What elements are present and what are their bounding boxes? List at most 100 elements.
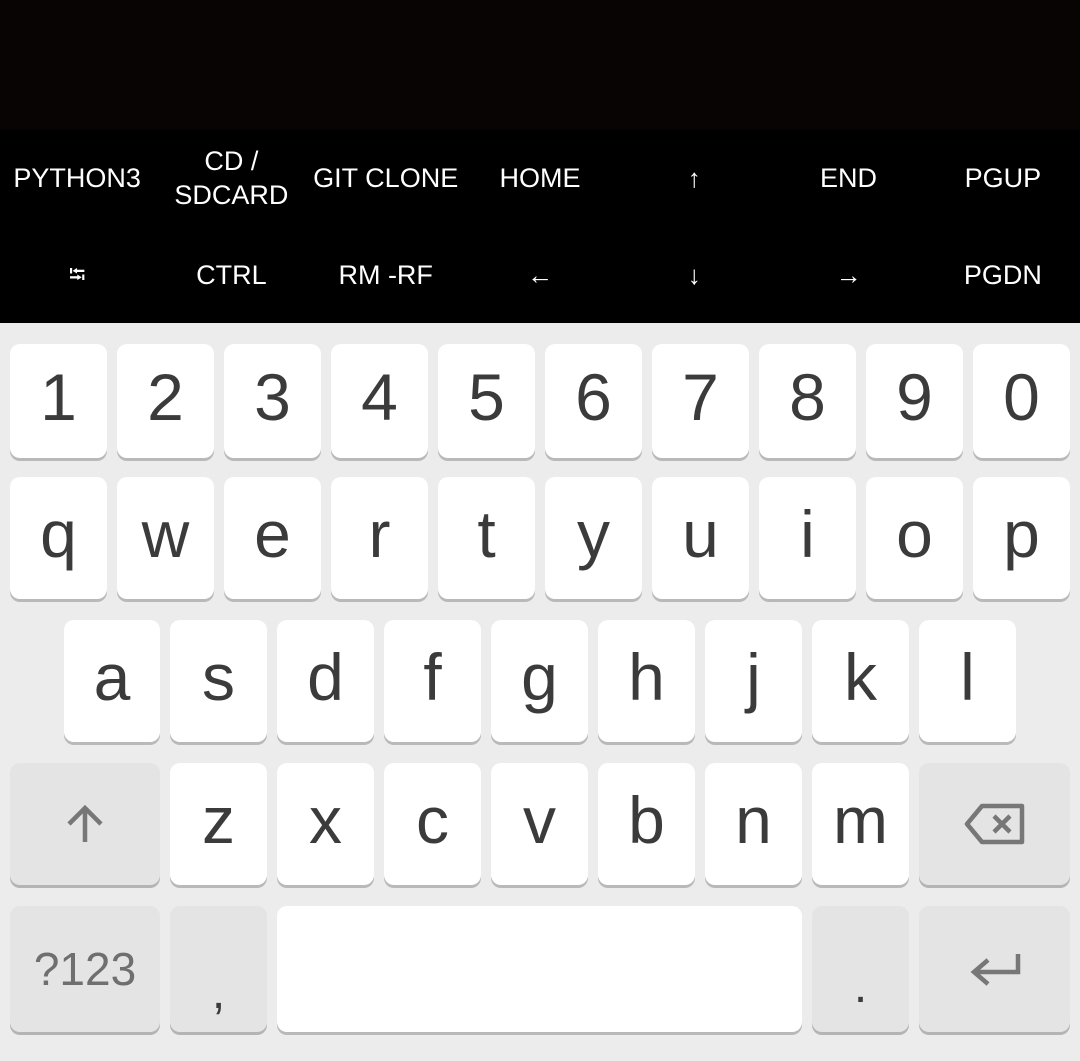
key-label: s xyxy=(202,640,235,714)
backspace-key[interactable] xyxy=(919,763,1070,885)
key-label: p xyxy=(1003,497,1040,571)
extra-key-right-arrow[interactable]: → xyxy=(771,226,925,323)
extra-key-python3[interactable]: PYTHON3 xyxy=(0,130,154,226)
key-label: 3 xyxy=(254,360,291,434)
soft-keyboard: 1 2 3 4 5 6 7 8 9 0 q w e r t y u i o p … xyxy=(0,323,1080,1061)
terminal-output-area[interactable] xyxy=(0,0,1080,130)
key-label: ?123 xyxy=(33,943,137,995)
key-label: 5 xyxy=(468,360,505,434)
key-2[interactable]: 2 xyxy=(117,344,214,458)
period-key[interactable]: . xyxy=(812,906,909,1032)
key-label: 1 xyxy=(40,360,77,434)
key-p[interactable]: p xyxy=(973,477,1070,599)
key-7[interactable]: 7 xyxy=(652,344,749,458)
key-f[interactable]: f xyxy=(384,620,481,742)
key-4[interactable]: 4 xyxy=(331,344,428,458)
key-label: 7 xyxy=(682,360,719,434)
key-label: d xyxy=(307,640,344,714)
key-label: g xyxy=(521,640,558,714)
key-o[interactable]: o xyxy=(866,477,963,599)
extra-key-tab-icon[interactable]: ⭾ xyxy=(0,226,154,323)
extra-key-pgdn[interactable]: PGDN xyxy=(926,226,1080,323)
key-s[interactable]: s xyxy=(170,620,267,742)
enter-key[interactable] xyxy=(919,906,1070,1032)
key-a[interactable]: a xyxy=(64,620,160,742)
key-y[interactable]: y xyxy=(545,477,642,599)
shift-arrow-up-icon xyxy=(63,802,107,846)
key-m[interactable]: m xyxy=(812,763,909,885)
key-label: y xyxy=(577,497,610,571)
comma-key[interactable]: , xyxy=(170,906,267,1032)
extra-key-rm-rf[interactable]: RM -RF xyxy=(309,226,463,323)
backspace-icon xyxy=(964,803,1026,845)
key-9[interactable]: 9 xyxy=(866,344,963,458)
key-i[interactable]: i xyxy=(759,477,856,599)
key-label: z xyxy=(202,783,235,857)
key-z[interactable]: z xyxy=(170,763,267,885)
extra-key-left-arrow[interactable]: ← xyxy=(463,226,617,323)
key-0[interactable]: 0 xyxy=(973,344,1070,458)
key-label: m xyxy=(833,783,888,857)
extra-key-up-arrow[interactable]: ↑ xyxy=(617,130,771,226)
key-u[interactable]: u xyxy=(652,477,749,599)
key-label: t xyxy=(477,497,496,571)
key-label: x xyxy=(309,783,342,857)
key-label: u xyxy=(682,497,719,571)
extra-key-ctrl[interactable]: CTRL xyxy=(154,226,308,323)
key-r[interactable]: r xyxy=(331,477,428,599)
extra-key-home[interactable]: HOME xyxy=(463,130,617,226)
space-bar[interactable] xyxy=(277,906,802,1032)
key-label: a xyxy=(93,640,131,714)
key-d[interactable]: d xyxy=(277,620,374,742)
key-label: j xyxy=(746,640,761,714)
key-label: b xyxy=(628,783,665,857)
key-g[interactable]: g xyxy=(491,620,588,742)
key-e[interactable]: e xyxy=(224,477,321,599)
key-6[interactable]: 6 xyxy=(545,344,642,458)
key-t[interactable]: t xyxy=(438,477,535,599)
key-label: h xyxy=(628,640,665,714)
key-n[interactable]: n xyxy=(705,763,802,885)
key-c[interactable]: c xyxy=(384,763,481,885)
key-label: l xyxy=(960,640,975,714)
key-1[interactable]: 1 xyxy=(10,344,107,458)
key-label: 8 xyxy=(789,360,826,434)
key-5[interactable]: 5 xyxy=(438,344,535,458)
symbols-key[interactable]: ?123 xyxy=(10,906,160,1032)
extra-key-git-clone[interactable]: GIT CLONE xyxy=(309,130,463,226)
key-label: 0 xyxy=(1003,360,1040,434)
key-label: 4 xyxy=(361,360,398,434)
key-l[interactable]: l xyxy=(919,620,1016,742)
key-q[interactable]: q xyxy=(10,477,107,599)
key-label: . xyxy=(853,960,868,1013)
key-j[interactable]: j xyxy=(705,620,802,742)
key-h[interactable]: h xyxy=(598,620,695,742)
extra-keys-bar: PYTHON3 CD / SDCARD GIT CLONE HOME ↑ END… xyxy=(0,130,1080,323)
key-label: f xyxy=(423,640,442,714)
key-w[interactable]: w xyxy=(117,477,214,599)
extra-key-end[interactable]: END xyxy=(771,130,925,226)
key-label: n xyxy=(735,783,772,857)
shift-key[interactable] xyxy=(10,763,160,885)
key-x[interactable]: x xyxy=(277,763,374,885)
key-label: k xyxy=(844,640,877,714)
key-3[interactable]: 3 xyxy=(224,344,321,458)
key-label: e xyxy=(254,497,291,571)
key-b[interactable]: b xyxy=(598,763,695,885)
key-label: , xyxy=(211,966,226,1019)
key-label: q xyxy=(40,497,77,571)
key-label: c xyxy=(416,783,449,857)
key-label: w xyxy=(141,497,190,571)
key-label: 2 xyxy=(147,360,184,434)
key-v[interactable]: v xyxy=(491,763,588,885)
extra-key-down-arrow[interactable]: ↓ xyxy=(617,226,771,323)
key-label: o xyxy=(896,497,933,571)
extra-key-cd-sdcard[interactable]: CD / SDCARD xyxy=(154,130,308,226)
key-label: r xyxy=(368,497,391,571)
key-label: i xyxy=(800,497,815,571)
key-8[interactable]: 8 xyxy=(759,344,856,458)
enter-return-icon xyxy=(968,950,1022,988)
key-k[interactable]: k xyxy=(812,620,909,742)
extra-key-pgup[interactable]: PGUP xyxy=(926,130,1080,226)
key-label: 6 xyxy=(575,360,612,434)
